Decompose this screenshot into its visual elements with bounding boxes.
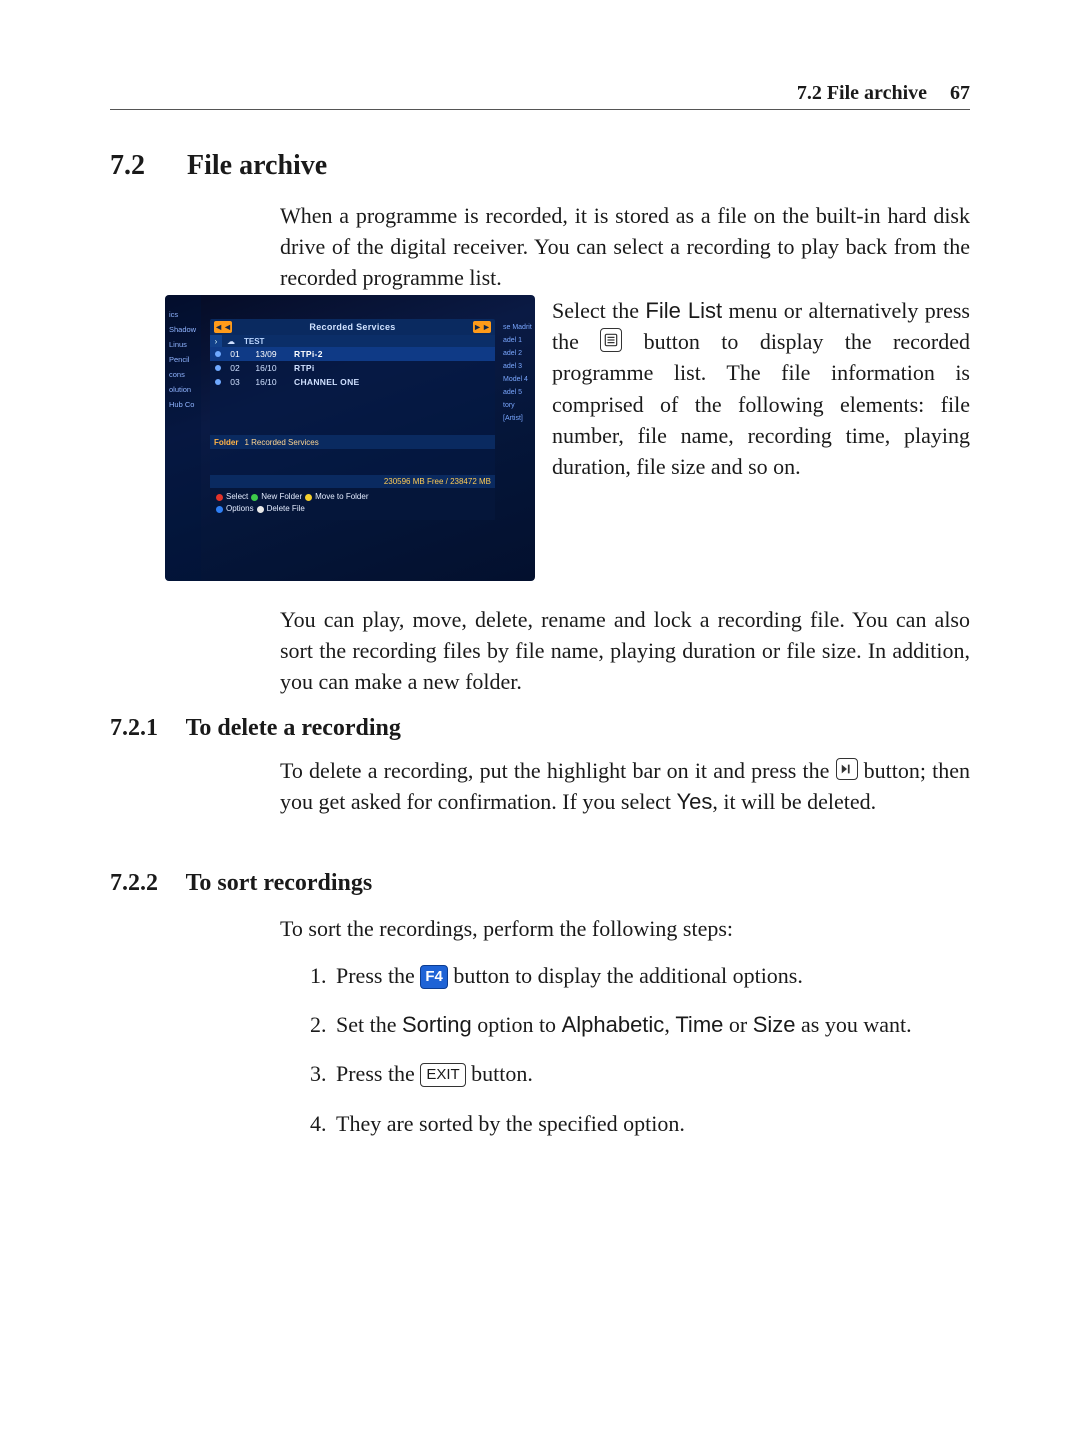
list-item: Hub Co: [165, 397, 201, 412]
green-dot-icon: [251, 494, 258, 501]
yellow-dot-icon: [305, 494, 312, 501]
exit-button-icon: EXIT: [420, 1063, 465, 1087]
legend-select: Select: [226, 491, 248, 503]
white-dot-icon: [257, 506, 264, 513]
header-page-number: 67: [950, 82, 970, 104]
step-2: 2.Set the Sorting option to Alphabetic, …: [310, 1009, 970, 1040]
sort-lead: To sort the recordings, perform the foll…: [280, 913, 970, 944]
list-item: adel 1: [501, 334, 535, 347]
list-item: tory: [501, 399, 535, 412]
red-dot-icon: [216, 494, 223, 501]
list-item: adel 2: [501, 347, 535, 360]
list-item: Linus: [165, 337, 201, 352]
step-3: 3.Press the EXIT button.: [310, 1058, 970, 1089]
list-item: adel 3: [501, 360, 535, 373]
sort-steps: 1.Press the F4 button to display the add…: [310, 960, 970, 1157]
after-figure-paragraph: You can play, move, delete, rename and l…: [280, 604, 970, 698]
tv-left-menu: icsShadowLinusPencilconsolutionHub Co: [165, 295, 201, 581]
list-item: [Artist]: [501, 412, 535, 425]
tv-legend: Select New Folder Move to Folder Options…: [210, 488, 495, 520]
tv-right-menu: se Madritadel 1adel 2adel 3Model 4adel 5…: [501, 295, 535, 581]
tv-subhead-label: TEST: [238, 337, 264, 346]
subsection-heading-delete: 7.2.1 To delete a recording: [110, 715, 970, 742]
list-item: ics: [165, 307, 201, 322]
tv-rows: 0113/09RTPi-20216/10RTPi0316/10CHANNEL O…: [210, 347, 495, 435]
next-arrow-icon[interactable]: ►►: [473, 321, 491, 333]
filelist-button-icon: [600, 328, 622, 352]
chevron-right-icon[interactable]: ›: [210, 335, 222, 347]
legend-delete: Delete File: [267, 503, 305, 515]
skip-forward-button-icon: [836, 758, 858, 780]
list-item: cons: [165, 367, 201, 382]
tv-status-bar: 230596 MB Free / 238472 MB: [210, 475, 495, 488]
tv-title: Recorded Services: [236, 322, 469, 332]
legend-options: Options: [226, 503, 254, 515]
section-title: File archive: [187, 150, 327, 181]
list-item: adel 5: [501, 386, 535, 399]
running-header: 7.2 File archive 67: [110, 82, 970, 110]
intro-paragraph: When a programme is recorded, it is stor…: [280, 200, 970, 294]
tv-titlebar: ◄◄ Recorded Services ►►: [210, 319, 495, 335]
legend-move: Move to Folder: [315, 491, 368, 503]
subsection-title: To delete a recording: [186, 715, 401, 741]
filelist-term: File List: [645, 298, 722, 323]
document-page: 7.2 File archive 67 7.2 File archive Whe…: [0, 0, 1080, 1439]
yes-term: Yes: [676, 789, 712, 814]
delete-paragraph: To delete a recording, put the highlight…: [280, 755, 970, 817]
tv-ui: icsShadowLinusPencilconsolutionHub Co se…: [165, 295, 535, 581]
table-row[interactable]: 0216/10RTPi: [210, 361, 495, 375]
f4-button-icon: F4: [420, 965, 448, 989]
folder-label: Folder: [214, 438, 238, 447]
blue-dot-icon: [216, 506, 223, 513]
legend-newfolder: New Folder: [261, 491, 302, 503]
prev-arrow-icon[interactable]: ◄◄: [214, 321, 232, 333]
subsection-heading-sort: 7.2.2 To sort recordings: [110, 870, 970, 897]
list-item: Pencil: [165, 352, 201, 367]
cloud-icon: ☁: [224, 337, 238, 346]
subsection-number: 7.2.1: [110, 715, 180, 742]
section-heading: 7.2 File archive: [110, 150, 970, 182]
screenshot-figure: icsShadowLinusPencilconsolutionHub Co se…: [165, 295, 535, 581]
tv-panel: ◄◄ Recorded Services ►► › ☁ TEST 0113/09…: [210, 319, 495, 520]
list-item: se Madrit: [501, 321, 535, 334]
list-item: olution: [165, 382, 201, 397]
subsection-title: To sort recordings: [186, 870, 373, 896]
header-section: 7.2 File archive: [797, 82, 927, 104]
table-row[interactable]: 0113/09RTPi-2: [210, 347, 495, 361]
aside-paragraph: Select the File List menu or alternative…: [552, 295, 970, 482]
tv-subheader: › ☁ TEST: [210, 335, 495, 347]
tv-folder-bar: Folder 1 Recorded Services: [210, 435, 495, 449]
subsection-number: 7.2.2: [110, 870, 180, 897]
list-item: Model 4: [501, 373, 535, 386]
step-4: 4.They are sorted by the specified optio…: [310, 1108, 970, 1139]
folder-value: 1 Recorded Services: [244, 438, 318, 447]
step-1: 1.Press the F4 button to display the add…: [310, 960, 970, 991]
list-item: Shadow: [165, 322, 201, 337]
table-row[interactable]: 0316/10CHANNEL ONE: [210, 375, 495, 389]
section-number: 7.2: [110, 150, 180, 182]
